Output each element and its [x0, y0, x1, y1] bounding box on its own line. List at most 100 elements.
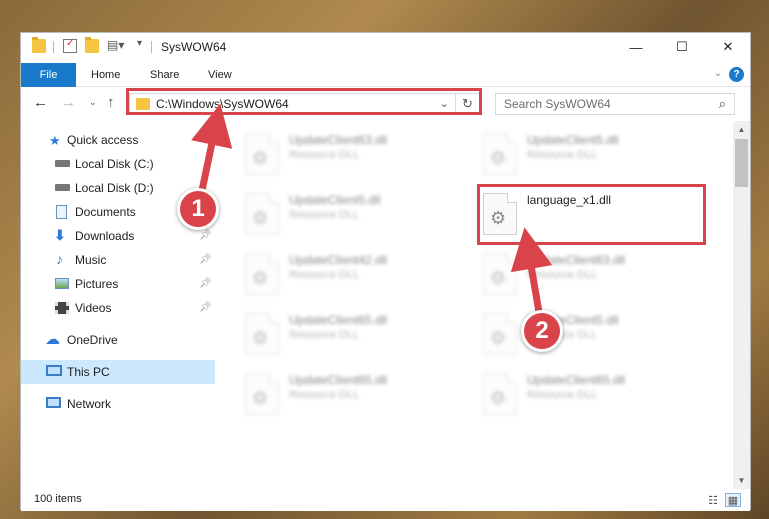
- maximize-button[interactable]: ☐: [659, 33, 705, 61]
- file-name: UpdateClient63.dll: [527, 253, 626, 267]
- drive-icon: [55, 160, 70, 167]
- file-item[interactable]: ⚙ UpdateClient63.dll Resource DLL: [245, 131, 475, 181]
- pin-icon[interactable]: 📌︎: [199, 254, 212, 265]
- dll-file-icon: ⚙: [483, 373, 517, 415]
- sidebar-item-label: Quick access: [67, 133, 139, 147]
- dll-file-icon: ⚙: [483, 313, 517, 355]
- back-arrow-icon[interactable]: ←: [33, 94, 48, 111]
- file-item[interactable]: ⚙ UpdateClient5.dll Resource DLL: [483, 311, 713, 361]
- file-name: UpdateClient65.dll: [527, 373, 626, 387]
- close-button[interactable]: ✕: [705, 33, 751, 61]
- videos-icon: [55, 302, 69, 314]
- pin-icon[interactable]: 📌︎: [199, 230, 212, 241]
- pictures-icon: [55, 278, 69, 289]
- sidebar-item-label: Local Disk (D:): [75, 181, 154, 195]
- properties-icon[interactable]: [63, 38, 77, 53]
- search-box[interactable]: Search SysWOW64 ⌕: [495, 93, 735, 115]
- sidebar-item-label: Documents: [75, 205, 136, 219]
- file-name: UpdateClient5.dll: [527, 133, 619, 147]
- vertical-scrollbar[interactable]: ▲ ▼: [733, 121, 750, 489]
- help-icon[interactable]: ?: [729, 67, 744, 82]
- file-list: ⚙ UpdateClient63.dll Resource DLL ⚙ Upda…: [225, 121, 733, 489]
- customize-toolbar-icon[interactable]: ▤▾: [107, 38, 124, 52]
- file-name: UpdateClient63.dll: [289, 133, 388, 147]
- file-type: Resource DLL: [527, 149, 598, 161]
- scroll-up-icon[interactable]: ▲: [733, 121, 750, 138]
- sidebar-item-this-pc[interactable]: This PC: [21, 360, 215, 384]
- documents-icon: [56, 205, 67, 219]
- pin-icon[interactable]: 📌︎: [199, 278, 212, 289]
- sidebar-item-downloads[interactable]: ⬇ Downloads 📌︎: [21, 224, 215, 248]
- sidebar-item-label: OneDrive: [67, 333, 118, 347]
- file-type: Resource DLL: [289, 149, 360, 161]
- file-item[interactable]: ⚙ UpdateClient65.dll Resource DLL: [245, 311, 475, 361]
- gear-icon: ⚙: [490, 148, 507, 168]
- title-bar: ▤▾ ▾ SysWOW64 — ☐ ✕: [21, 33, 750, 61]
- sidebar-item-onedrive[interactable]: ☁ OneDrive: [21, 328, 215, 352]
- sidebar-item-videos[interactable]: Videos 📌︎: [21, 296, 215, 320]
- sidebar-item-label: Videos: [75, 301, 112, 315]
- recent-locations-icon[interactable]: ⌄: [89, 97, 97, 108]
- window-title: SysWOW64: [161, 40, 227, 54]
- file-item[interactable]: ⚙ UpdateClient65.dll Resource DLL: [245, 371, 475, 421]
- file-item[interactable]: ⚙ UpdateClient65.dll Resource DLL: [483, 371, 713, 421]
- status-bar: 100 items ☷ ▦: [21, 489, 750, 511]
- sidebar-item-quick-access[interactable]: ★ Quick access: [21, 128, 215, 152]
- sidebar-item-music[interactable]: ♪ Music 📌︎: [21, 248, 215, 272]
- step-1-badge: 1: [177, 188, 219, 230]
- gear-icon: ⚙: [252, 208, 269, 228]
- file-item[interactable]: ⚙ UpdateClient42.dll Resource DLL: [245, 251, 475, 301]
- gear-icon: ⚙: [252, 148, 269, 168]
- up-arrow-icon[interactable]: ↑: [107, 94, 115, 111]
- gear-icon: ⚙: [252, 268, 269, 288]
- expand-ribbon-icon[interactable]: ⌄: [714, 68, 722, 79]
- sidebar-item-label: Local Disk (C:): [75, 157, 154, 171]
- drive-icon: [55, 184, 70, 191]
- file-item[interactable]: ⚙ UpdateClient63.dll Resource DLL: [483, 251, 713, 301]
- tab-share[interactable]: Share: [150, 63, 179, 87]
- address-bar-highlight: [126, 88, 482, 115]
- details-view-icon[interactable]: ☷: [705, 493, 721, 507]
- tab-view[interactable]: View: [208, 63, 232, 87]
- divider: [151, 41, 152, 53]
- file-type: Resource DLL: [289, 389, 360, 401]
- dll-file-icon: ⚙: [245, 253, 279, 295]
- network-icon: [46, 397, 61, 408]
- file-type: Resource DLL: [289, 329, 360, 341]
- minimize-button[interactable]: —: [613, 33, 659, 61]
- large-icons-view-icon[interactable]: ▦: [725, 493, 741, 507]
- file-highlight: [477, 184, 706, 245]
- file-type: Resource DLL: [289, 269, 360, 281]
- file-type: Resource DLL: [527, 269, 598, 281]
- step-2-badge: 2: [521, 310, 563, 352]
- pin-icon[interactable]: 📌︎: [199, 302, 212, 313]
- computer-icon: [46, 365, 62, 376]
- search-input[interactable]: Search SysWOW64: [504, 97, 611, 111]
- scroll-down-icon[interactable]: ▼: [733, 472, 750, 489]
- scrollbar-thumb[interactable]: [735, 139, 748, 187]
- file-item[interactable]: ⚙ UpdateClient5.dll Resource DLL: [245, 191, 475, 241]
- sidebar-item-label: Downloads: [75, 229, 135, 243]
- tab-home[interactable]: Home: [91, 63, 120, 87]
- file-item[interactable]: ⚙ UpdateClient5.dll Resource DLL: [483, 131, 713, 181]
- forward-arrow-icon[interactable]: →: [61, 94, 76, 111]
- dll-file-icon: ⚙: [483, 253, 517, 295]
- sidebar-item-local-disk-c[interactable]: Local Disk (C:): [21, 152, 215, 176]
- sidebar-item-pictures[interactable]: Pictures 📌︎: [21, 272, 215, 296]
- gear-icon: ⚙: [252, 328, 269, 348]
- download-icon: ⬇: [54, 227, 66, 243]
- sidebar-item-label: Music: [75, 253, 107, 267]
- ribbon-tabs: File Home Share View ⌄ ?: [21, 61, 750, 87]
- new-folder-icon[interactable]: [85, 37, 99, 53]
- dll-file-icon: ⚙: [245, 313, 279, 355]
- dll-file-icon: ⚙: [245, 373, 279, 415]
- gear-icon: ⚙: [252, 388, 269, 408]
- sidebar-item-network[interactable]: Network: [21, 392, 215, 416]
- sidebar-item-label: Pictures: [75, 277, 119, 291]
- file-type: Resource DLL: [289, 209, 360, 221]
- item-count: 100 items: [34, 493, 82, 505]
- quick-access-dropdown-icon[interactable]: ▾: [137, 38, 142, 49]
- music-icon: ♪: [56, 251, 63, 267]
- tab-file[interactable]: File: [21, 63, 76, 87]
- file-name: UpdateClient65.dll: [289, 373, 388, 387]
